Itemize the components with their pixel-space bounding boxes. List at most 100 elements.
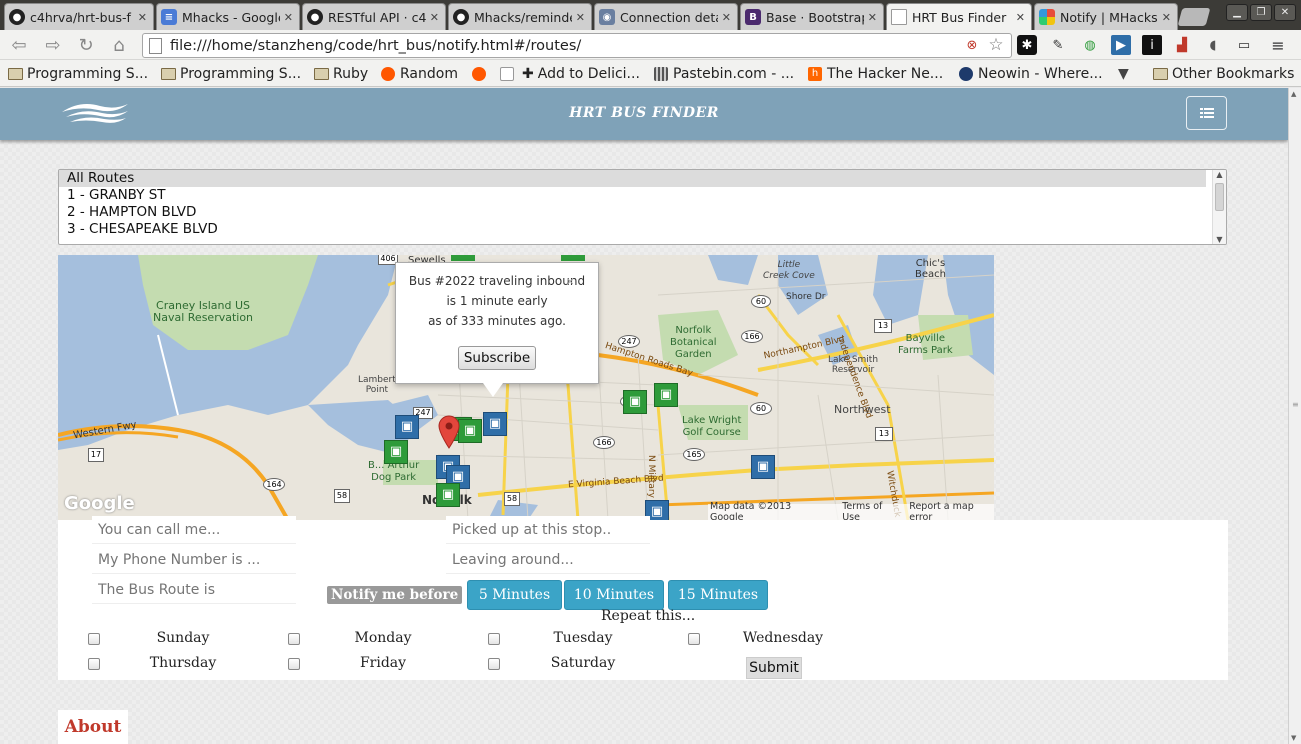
route-option-3[interactable]: 3 - CHESAPEAKE BLVD xyxy=(59,221,1206,238)
extension-new-icon[interactable]: ◖ xyxy=(1203,35,1223,55)
bookmark-add-to-delicious[interactable]: ✚ Add to Delici... xyxy=(522,64,640,84)
close-icon[interactable]: ✕ xyxy=(284,11,293,24)
sunday-checkbox[interactable] xyxy=(88,633,100,645)
eyedropper-icon[interactable]: ✎ xyxy=(1048,35,1068,55)
reddit-icon xyxy=(381,67,395,81)
route-option-all[interactable]: All Routes xyxy=(59,170,1206,187)
bus-marker[interactable] xyxy=(451,255,475,261)
back-button[interactable]: ⇦ xyxy=(8,34,30,56)
tab-c4hrva[interactable]: ● c4hrva/hrt-bus-f ✕ xyxy=(4,3,154,30)
extension-snowflake-icon[interactable]: ✱ xyxy=(1017,35,1037,55)
five-minutes-button[interactable]: 5 Minutes xyxy=(467,580,562,610)
window-close-button[interactable]: ✕ xyxy=(1274,4,1296,21)
monday-checkbox[interactable] xyxy=(288,633,300,645)
friday-checkbox[interactable] xyxy=(288,658,300,670)
plus-icon: ✚ xyxy=(522,66,534,82)
bootstrap-icon: B xyxy=(745,9,761,25)
new-tab-button[interactable] xyxy=(1177,8,1211,26)
maximize-button[interactable]: ❐ xyxy=(1250,4,1272,21)
bus-marker[interactable]: ▣ xyxy=(751,455,775,479)
tab-mhacks-google[interactable]: ≡ Mhacks - Google ✕ xyxy=(156,3,300,30)
bus-marker[interactable]: ▣ xyxy=(436,483,460,507)
bookmark-neowin[interactable]: Neowin - Where... xyxy=(959,64,1103,84)
tab-hrt-bus-finder[interactable]: HRT Bus Finder ✕ xyxy=(886,3,1032,30)
extension-info-icon[interactable]: i xyxy=(1142,35,1162,55)
saturday-checkbox[interactable] xyxy=(488,658,500,670)
subscribe-button[interactable]: Subscribe xyxy=(458,346,536,370)
stop-icon[interactable]: ⊗ xyxy=(962,35,982,55)
bookmark-folder-programming-2[interactable]: Programming S... xyxy=(161,64,301,84)
tab-bootstrap[interactable]: B Base · Bootstrap ✕ xyxy=(740,3,884,30)
bookmark-folder-programming-1[interactable]: Programming S... xyxy=(8,64,148,84)
bookmark-pastebin[interactable]: Pastebin.com - ... xyxy=(654,64,794,84)
page-content: HRT BUS FINDER All Routes 1 - GRANBY ST … xyxy=(0,88,1288,744)
bus-marker[interactable]: ▣ xyxy=(623,390,647,414)
extension-globe-icon[interactable]: ◍ xyxy=(1080,35,1100,55)
close-icon[interactable]: ✕ xyxy=(868,11,877,24)
bookmark-label: Programming S... xyxy=(27,66,149,82)
bookmark-folder-other[interactable]: Other Bookmarks xyxy=(1153,64,1294,84)
bookmark-random[interactable]: Random xyxy=(381,64,458,84)
bus-map[interactable]: Craney Island US Naval Reservation Sewell… xyxy=(58,255,994,520)
address-bar[interactable]: file:///home/stanzheng/code/hrt_bus/noti… xyxy=(142,33,1012,58)
google-logo[interactable]: Google xyxy=(64,493,135,514)
route-option-2[interactable]: 2 - HAMPTON BLVD xyxy=(59,204,1206,221)
cast-icon[interactable]: ▭ xyxy=(1234,35,1254,55)
bus-marker[interactable]: ▣ xyxy=(654,383,678,407)
wednesday-checkbox[interactable] xyxy=(688,633,700,645)
close-icon[interactable]: ✕ xyxy=(722,11,731,24)
terms-link[interactable]: Terms of Use xyxy=(842,501,899,520)
app-brand[interactable]: HRT BUS FINDER xyxy=(0,88,1288,138)
about-link[interactable]: About xyxy=(58,710,128,744)
bookmark-folder-ruby[interactable]: Ruby xyxy=(314,64,368,84)
ten-minutes-button[interactable]: 10 Minutes xyxy=(564,580,664,610)
time-input[interactable] xyxy=(446,546,650,574)
phone-input[interactable] xyxy=(92,546,296,574)
bus-marker[interactable]: ▣ xyxy=(458,419,482,443)
bookmark-reddit[interactable] xyxy=(472,64,491,84)
name-input[interactable] xyxy=(92,516,296,544)
forward-button[interactable]: ⇨ xyxy=(42,34,64,56)
close-icon[interactable]: ✕ xyxy=(1016,11,1025,24)
google-docs-icon: ≡ xyxy=(161,9,177,25)
bookmark-star-icon[interactable]: ☆ xyxy=(986,35,1006,55)
thursday-checkbox[interactable] xyxy=(88,658,100,670)
close-icon[interactable]: ✕ xyxy=(138,11,147,24)
route-shield: 60 xyxy=(751,295,771,308)
tab-connection-details[interactable]: ◉ Connection deta ✕ xyxy=(594,3,738,30)
extension-pdf-icon[interactable]: ▟ xyxy=(1172,35,1192,55)
bus-marker[interactable]: ▣ xyxy=(395,415,419,439)
fifteen-minutes-button[interactable]: 15 Minutes xyxy=(668,580,768,610)
bus-marker[interactable]: ▣ xyxy=(483,412,507,436)
route-option-1[interactable]: 1 - GRANBY ST xyxy=(59,187,1206,204)
close-icon[interactable]: ✕ xyxy=(576,11,585,24)
bus-marker[interactable]: ▣ xyxy=(384,440,408,464)
nav-menu-button[interactable] xyxy=(1186,96,1227,130)
route-shield: 165 xyxy=(683,448,705,461)
extension-play-icon[interactable]: ▶ xyxy=(1111,35,1131,55)
menu-icon[interactable]: ≡ xyxy=(1268,35,1288,55)
close-icon[interactable]: ✕ xyxy=(1162,11,1171,24)
stop-input[interactable] xyxy=(446,516,650,544)
route-select[interactable]: All Routes 1 - GRANBY ST 2 - HAMPTON BLV… xyxy=(58,169,1227,245)
location-pin-icon[interactable] xyxy=(438,415,460,449)
bookmark-hacker-news[interactable]: h The Hacker Ne... xyxy=(808,64,943,84)
route-input[interactable] xyxy=(92,576,296,604)
bus-marker[interactable] xyxy=(561,255,585,261)
tuesday-checkbox[interactable] xyxy=(488,633,500,645)
tab-notify-mhacks[interactable]: Notify | MHacks ✕ xyxy=(1034,3,1178,30)
report-error-link[interactable]: Report a map error xyxy=(909,501,994,520)
route-list-scrollbar[interactable]: ▲ ▼ xyxy=(1212,170,1226,244)
minimize-button[interactable]: ▁ xyxy=(1226,4,1248,21)
tab-mhacks-reminder[interactable]: ● Mhacks/reminde ✕ xyxy=(448,3,592,30)
reload-button[interactable]: ↻ xyxy=(75,34,97,56)
close-icon[interactable]: ✕ xyxy=(430,11,439,24)
bookmark-page[interactable] xyxy=(500,64,519,84)
tab-restful-api[interactable]: ● RESTful API · c4h ✕ xyxy=(302,3,446,30)
popup-close-icon[interactable]: ✕ xyxy=(566,273,574,293)
bus-icon: ▣ xyxy=(751,455,775,479)
home-button[interactable]: ⌂ xyxy=(108,34,130,56)
submit-button[interactable]: Submit xyxy=(746,657,802,679)
bookmarks-overflow-chevron-icon[interactable]: ▼ xyxy=(1118,64,1129,84)
page-scrollbar[interactable]: ▲ ≡ ▼ xyxy=(1288,88,1301,744)
